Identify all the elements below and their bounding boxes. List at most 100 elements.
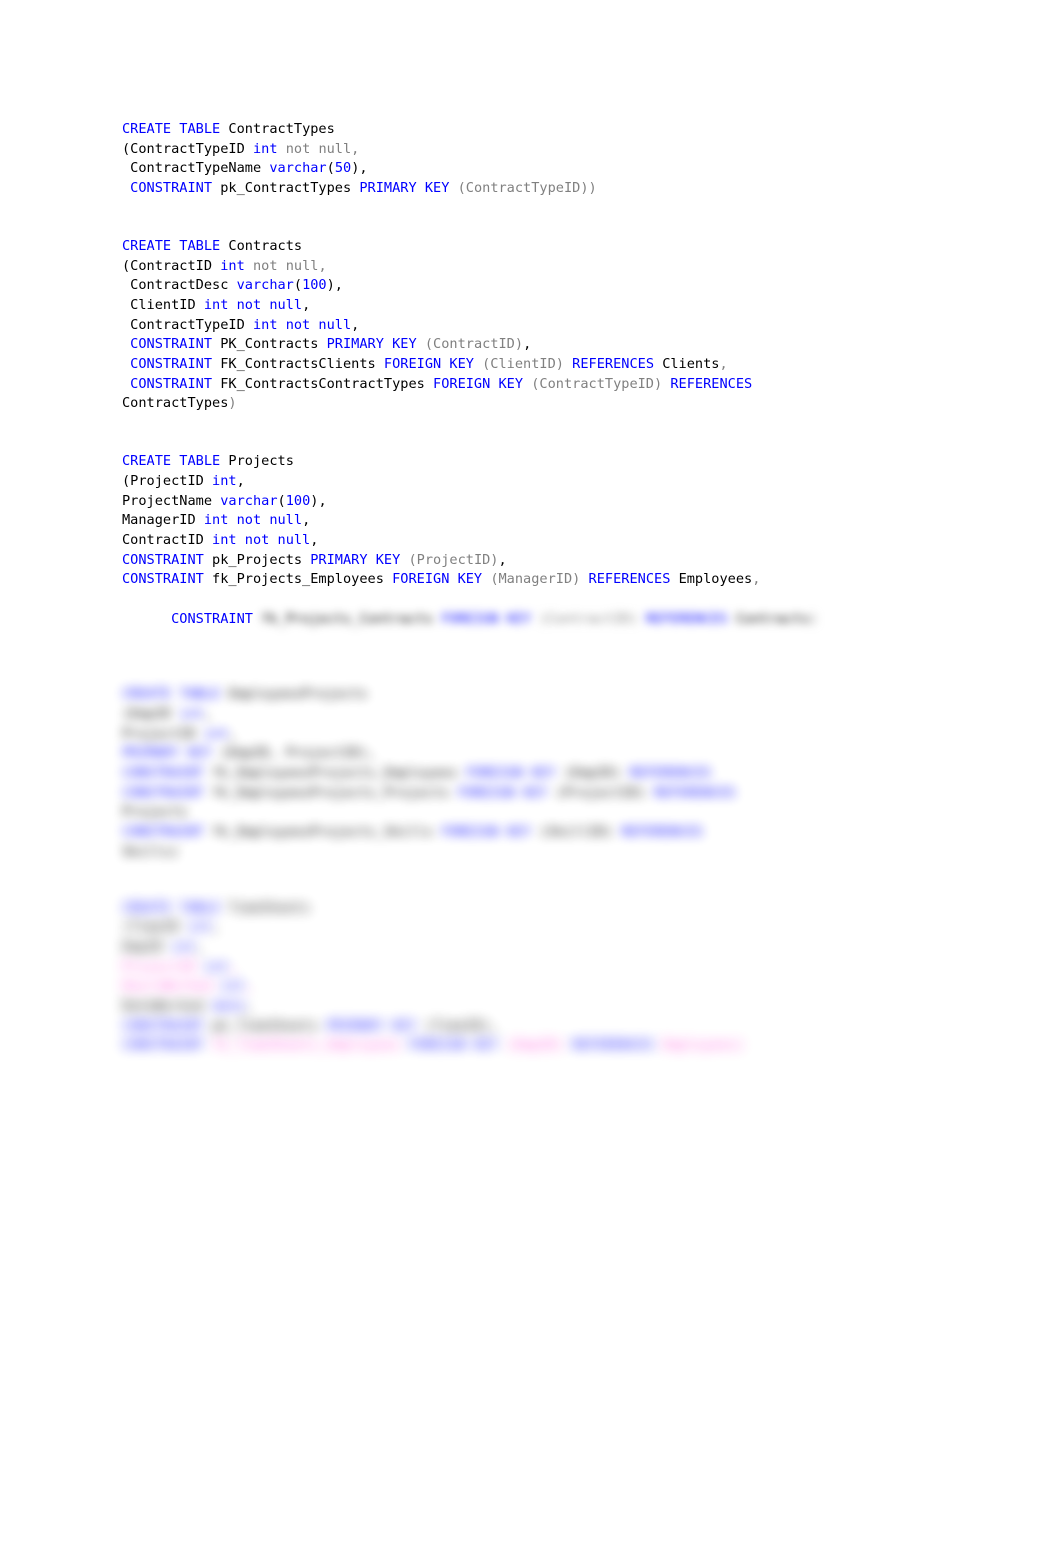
code-line: CREATE TABLE ContractTypes xyxy=(122,120,1002,140)
code-token: 100 xyxy=(302,277,327,294)
code-token: ( xyxy=(293,277,303,294)
code-token: , xyxy=(310,531,319,548)
code-token: FOREIGN KEY xyxy=(392,571,491,588)
redacted-code-line: CONSTRAINT fk_EmployeesProjects_Skills F… xyxy=(122,824,704,841)
code-token: CONSTRAINT xyxy=(122,571,213,588)
redacted-code-line: CONSTRAINT fk_EmployeesProjects_Projects… xyxy=(122,784,736,801)
code-line: CONSTRAINT pk_ContractTypes PRIMARY KEY … xyxy=(122,179,1002,199)
document-page: CREATE TABLE ContractTypes (ContractTypeI… xyxy=(0,0,1062,1556)
code-token: varchar xyxy=(236,277,294,294)
redacted-code-line: CONSTRAINT fk_EmployeesProjects_Employee… xyxy=(122,764,712,781)
code-token: varchar xyxy=(220,492,278,509)
code-token: ( xyxy=(326,160,335,177)
code-block-contracttypes: CREATE TABLE ContractTypes (ContractTypeI… xyxy=(122,120,1002,199)
redacted-code-line: (EmpID int, xyxy=(122,705,213,722)
code-token: ), xyxy=(310,492,327,509)
code-token: ), xyxy=(351,160,368,177)
code-token: , xyxy=(498,551,507,568)
code-token: Clients xyxy=(662,356,720,373)
code-token: CONSTRAINT xyxy=(122,180,221,197)
code-token: CREATE TABLE xyxy=(122,121,229,137)
code-token: PK_Contracts xyxy=(220,336,327,353)
code-token: CREATE TABLE xyxy=(122,453,229,470)
redacted-code-block-2: CREATE TABLE TimeSheets (TimeID int, EmpID… xyxy=(122,899,1002,1057)
code-token: PRIMARY KEY xyxy=(310,551,409,568)
code-token: CONSTRAINT xyxy=(122,375,221,392)
code-token: (ContractID xyxy=(122,257,221,274)
redacted-code-line: PRIMARY KEY (EmpID, ProjectID), xyxy=(122,745,376,762)
redacted-code-line: DateWorked date, xyxy=(122,998,253,1015)
redacted-code-line: (TimeID int, xyxy=(122,919,221,936)
redacted-code-line: EmpID int, xyxy=(122,938,204,955)
code-token: FK_ContractsClients xyxy=(220,356,384,373)
code-token: 50 xyxy=(334,160,352,177)
code-line: (ProjectID int, xyxy=(122,472,1002,492)
code-line: ContractTypeName varchar(50), xyxy=(122,159,1002,179)
code-line: CREATE TABLE Projects xyxy=(122,452,1002,472)
code-token: PRIMARY KEY xyxy=(326,336,425,353)
redacted-code-line: HoursWorked int, xyxy=(122,978,253,995)
redacted-code-block-1: CREATE TABLE EmployeesProjects (EmpID int… xyxy=(122,685,1002,862)
code-token: ContractTypeName xyxy=(122,160,270,177)
code-token: CREATE TABLE xyxy=(122,237,229,254)
code-token: , xyxy=(719,356,728,373)
code-token: ) xyxy=(228,395,237,412)
code-token: ContractTypes xyxy=(122,395,229,412)
code-token: Employees xyxy=(678,571,753,588)
code-token: Contracts xyxy=(228,237,303,254)
code-token: int not null xyxy=(203,512,303,529)
code-token: int not null xyxy=(212,531,311,548)
redacted-code-line: ProjectID int, xyxy=(122,725,237,742)
code-token: , xyxy=(302,512,311,529)
code-token: 100 xyxy=(285,492,311,509)
code-line: ContractTypeID int not null, xyxy=(122,316,1002,336)
code-token: , xyxy=(302,296,311,313)
code-line: ContractID int not null, xyxy=(122,531,1002,551)
code-token: not null, xyxy=(252,257,327,274)
code-token: REFERENCES xyxy=(670,375,753,392)
code-token: CONSTRAINT xyxy=(122,356,221,373)
code-token: FOREIGN KEY xyxy=(433,375,532,392)
code-token: not null, xyxy=(285,140,360,157)
code-token: pk_Projects xyxy=(212,551,311,568)
code-token: ProjectName xyxy=(122,492,221,509)
code-token: (ContractTypeID xyxy=(122,140,253,157)
code-token: int not null xyxy=(203,296,303,313)
code-line: CONSTRAINT FK_ContractsClients FOREIGN K… xyxy=(122,355,1002,375)
redacted-code-line: CREATE TABLE EmployeesProjects xyxy=(122,686,368,703)
code-token: Projects xyxy=(228,453,294,470)
code-token: (ContractTypeID) xyxy=(531,375,671,392)
code-line: ContractTypes) xyxy=(122,394,1002,414)
code-line: (ContractID int not null, xyxy=(122,257,1002,277)
constraint-keyword: CONSTRAINT xyxy=(171,610,253,627)
code-token: REFERENCES xyxy=(588,571,679,588)
code-line: ContractDesc varchar(100), xyxy=(122,276,1002,296)
code-line: ManagerID int not null, xyxy=(122,511,1002,531)
code-token: int xyxy=(220,257,253,274)
code-token: (ProjectID) xyxy=(408,551,499,568)
code-token: varchar xyxy=(269,160,327,177)
redacted-code-line: Projects xyxy=(122,804,188,821)
code-line: CONSTRAINT fk_Projects_Employees FOREIGN… xyxy=(122,570,1002,590)
code-token: ManagerID xyxy=(122,512,204,529)
code-token: FOREIGN KEY xyxy=(383,356,483,373)
code-token: (ContractTypeID)) xyxy=(457,180,597,197)
code-line: CONSTRAINT pk_Projects PRIMARY KEY (Proj… xyxy=(122,551,1002,571)
code-line: (ContractTypeID int not null, xyxy=(122,140,1002,160)
code-line: CREATE TABLE Contracts xyxy=(122,237,1002,257)
code-token: , xyxy=(351,316,360,333)
code-token: PRIMARY KEY xyxy=(359,180,458,197)
code-line: CONSTRAINT FK_ContractsContractTypes FOR… xyxy=(122,375,1002,395)
code-line: ClientID int not null, xyxy=(122,296,1002,316)
code-block-contracts: CREATE TABLE Contracts (ContractID int no… xyxy=(122,237,1002,414)
code-token: (ClientID) xyxy=(482,356,573,373)
code-token: , xyxy=(523,336,532,353)
partial-blurred-constraint-line: CONSTRAINT fk_Projects_Contracts FOREIGN… xyxy=(122,590,1002,649)
redacted-code-line: CONSTRAINT pk_TimeSheets PRIMARY KEY (Ti… xyxy=(122,1017,499,1034)
code-token: int xyxy=(252,140,286,157)
code-token: ), xyxy=(326,277,343,294)
code-token: ClientID xyxy=(122,296,204,313)
code-token: (ProjectID xyxy=(122,472,213,489)
code-token: FK_ContractsContractTypes xyxy=(220,375,434,392)
code-block-projects: CREATE TABLE Projects (ProjectID int, Proj… xyxy=(122,452,1002,590)
